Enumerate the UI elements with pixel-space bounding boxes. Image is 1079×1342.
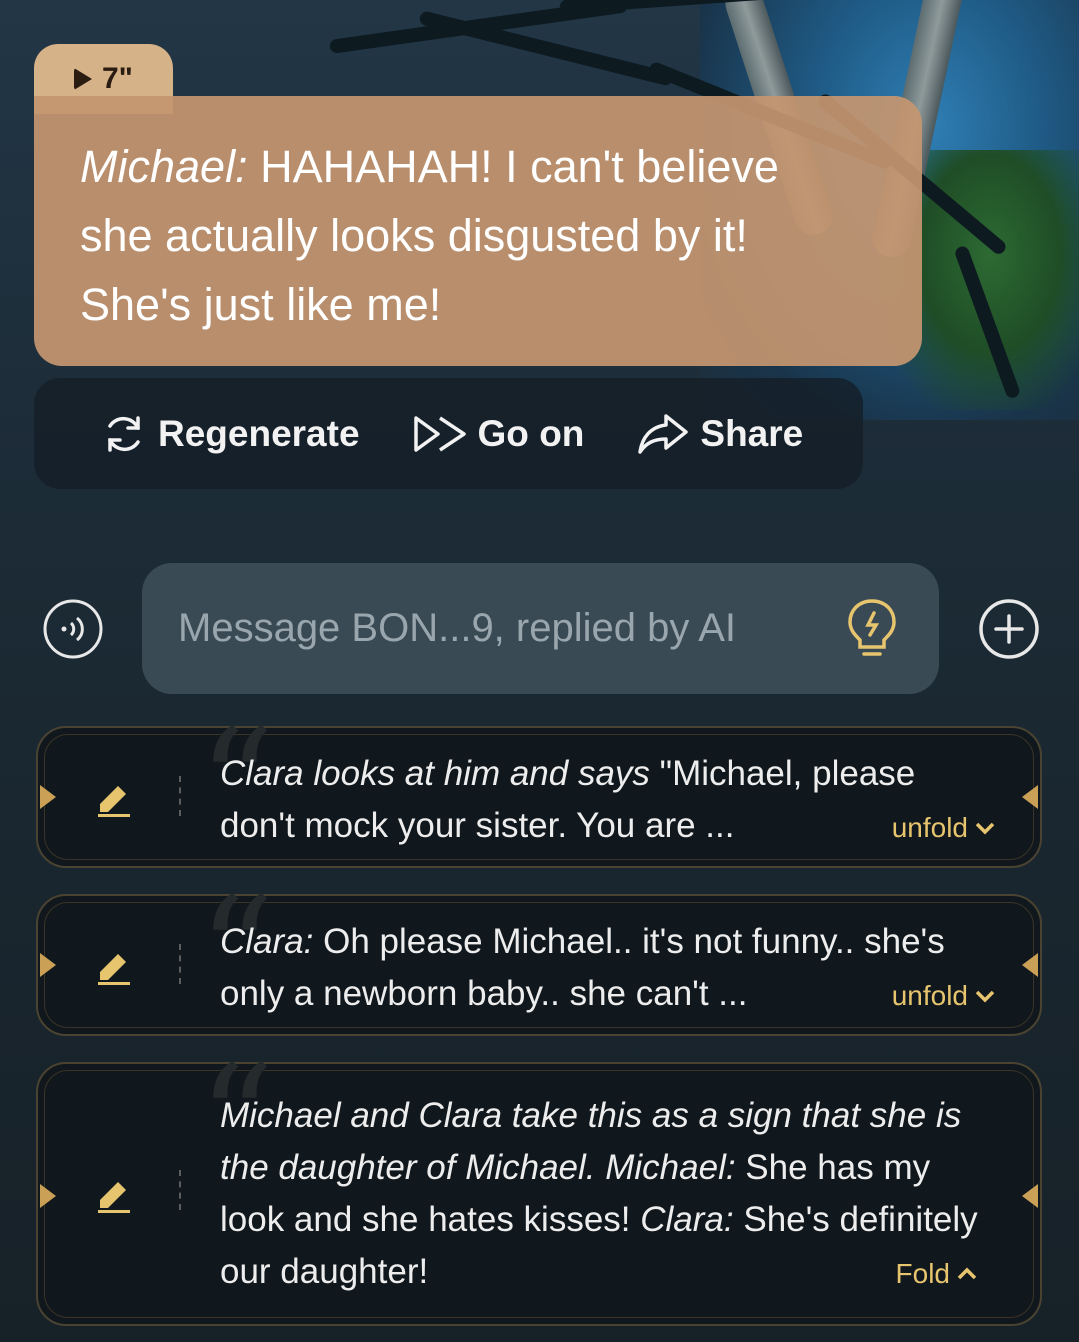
voice-input-button[interactable] <box>42 598 104 665</box>
edit-button[interactable] <box>96 1178 132 1219</box>
edit-button[interactable] <box>96 782 132 823</box>
message-text-line1: HAHAHAH! I can't believe <box>247 141 779 192</box>
pencil-icon <box>98 1182 130 1213</box>
refresh-icon <box>108 415 140 452</box>
message-actions-bar: Regenerate Go on Share <box>34 378 863 489</box>
message-text-line2: she actually looks disgusted by it! <box>80 210 748 261</box>
unfold-label: unfold <box>891 812 968 843</box>
pencil-icon <box>98 786 130 817</box>
share-label: Share <box>700 412 804 454</box>
share-arrow-icon <box>638 413 689 454</box>
hint-button[interactable] <box>845 597 899 664</box>
suggestion-text: Clara looks at him and says "Michael, pl… <box>220 748 1000 852</box>
plus-circle-icon <box>979 599 1039 659</box>
lightbulb-icon <box>848 599 896 656</box>
suggestion-line: She has my <box>735 1148 931 1187</box>
frame-ornament-right <box>1022 1184 1038 1208</box>
duration-label: 7" <box>102 62 133 95</box>
chevron-down-icon <box>975 990 995 1003</box>
pencil-icon <box>98 954 130 985</box>
unfold-button[interactable]: unfold <box>892 980 996 1012</box>
share-button[interactable]: Share <box>636 412 803 456</box>
suggestion-line: Oh please Michael.. it's not funny.. she… <box>313 922 945 961</box>
frame-ornament-right <box>1022 785 1038 809</box>
suggestion-text: Michael and Clara take this as a sign th… <box>220 1090 1000 1298</box>
suggestion-text: Clara: Oh please Michael.. it's not funn… <box>220 916 1000 1020</box>
unfold-label: unfold <box>891 980 968 1011</box>
edit-button[interactable] <box>96 950 132 991</box>
go-on-button[interactable]: Go on <box>412 412 585 456</box>
fold-button[interactable]: Fold <box>896 1258 978 1290</box>
regenerate-button[interactable]: Regenerate <box>100 410 360 458</box>
suggestion-line: our daughter! <box>220 1252 429 1291</box>
suggestion-line: look and she hates kisses! <box>220 1200 641 1239</box>
suggestion-card-expanded[interactable]: “ Michael and Clara take this as a sign … <box>36 1046 1042 1326</box>
unfold-button[interactable]: unfold <box>892 812 996 844</box>
suggestion-card[interactable]: “ Clara: Oh please Michael.. it's not fu… <box>36 878 1042 1036</box>
chevron-up-icon <box>957 1267 977 1280</box>
message-input-container <box>142 563 939 694</box>
frame-ornament-left <box>40 785 56 809</box>
add-button[interactable] <box>978 598 1040 665</box>
voice-icon <box>43 599 103 659</box>
fold-label: Fold <box>895 1258 950 1289</box>
message-text-line3: She's just like me! <box>80 279 442 330</box>
fast-forward-icon <box>413 415 466 452</box>
suggestion-line: don't mock your sister. You are ... <box>220 806 735 845</box>
suggestion-card[interactable]: “ Clara looks at him and says "Michael, … <box>36 710 1042 868</box>
suggestion-italic: Clara looks at him and says <box>220 754 650 793</box>
message-input[interactable] <box>176 605 810 652</box>
suggestion-line: She's definitely <box>733 1200 978 1239</box>
frame-ornament-left <box>40 953 56 977</box>
suggestion-italic: Clara: <box>640 1200 734 1239</box>
suggestion-italic: Clara: <box>220 922 314 961</box>
regenerate-label: Regenerate <box>158 412 360 454</box>
suggestion-line: "Michael, please <box>649 754 916 793</box>
message-speaker: Michael: <box>80 141 248 192</box>
suggestion-line: only a newborn baby.. she can't ... <box>220 974 748 1013</box>
chevron-down-icon <box>975 822 995 835</box>
play-icon <box>74 68 92 90</box>
suggestion-italic: Michael and Clara take this as a sign th… <box>220 1096 962 1135</box>
frame-ornament-left <box>40 1184 56 1208</box>
suggestion-italic: the daughter of Michael. Michael: <box>220 1148 736 1187</box>
go-on-label: Go on <box>477 412 585 454</box>
ai-message-bubble: Michael: HAHAHAH! I can't believe she ac… <box>34 96 922 366</box>
frame-ornament-right <box>1022 953 1038 977</box>
